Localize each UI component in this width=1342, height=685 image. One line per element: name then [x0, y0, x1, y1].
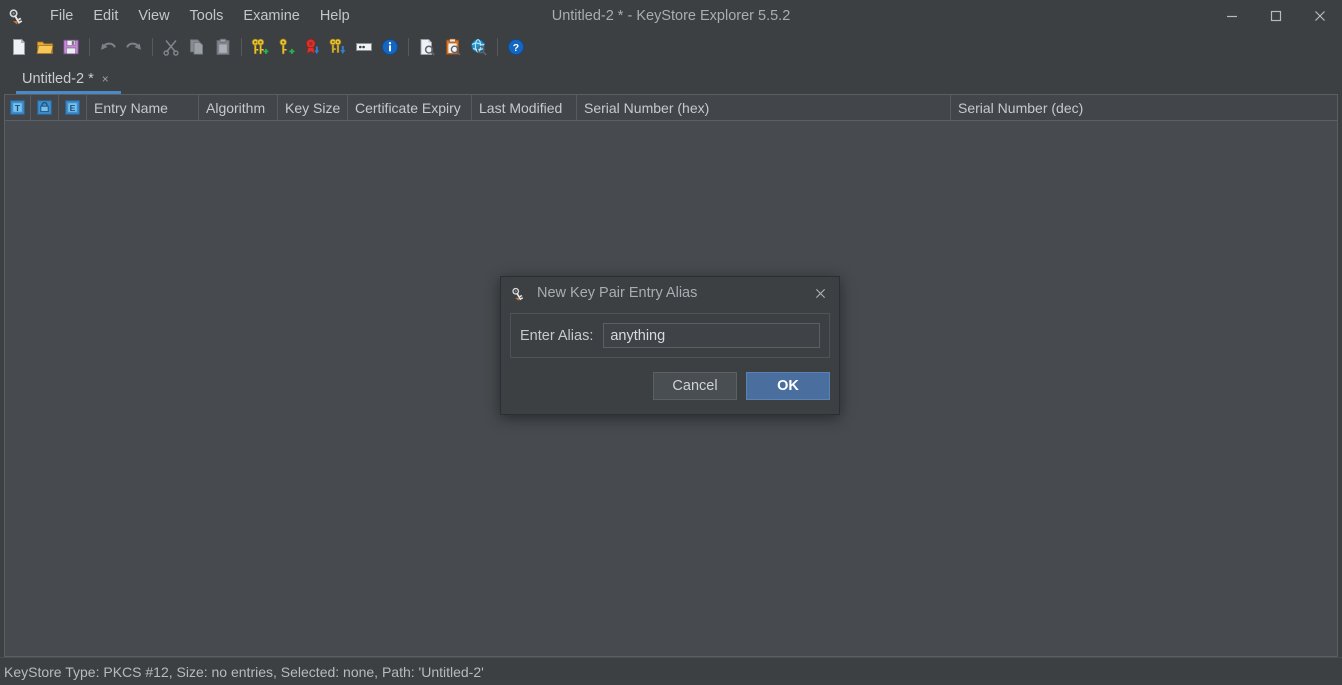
title-bar: File Edit View Tools Examine Help Untitl… — [0, 0, 1342, 32]
svg-text:T: T — [15, 103, 21, 113]
tab-untitled-2[interactable]: Untitled-2 * × — [16, 64, 121, 94]
alias-field-group: Enter Alias: — [510, 313, 830, 358]
column-header-expiry-status[interactable]: E — [59, 95, 87, 120]
toolbar-separator — [408, 38, 409, 56]
application-window: File Edit View Tools Examine Help Untitl… — [0, 0, 1342, 685]
open-folder-icon[interactable] — [32, 34, 58, 60]
import-trusted-certificate-icon[interactable] — [299, 34, 325, 60]
column-header-key-size[interactable]: Key Size — [278, 95, 348, 120]
help-question-icon[interactable]: ? — [503, 34, 529, 60]
menu-item-view[interactable]: View — [128, 5, 179, 28]
tab-strip: Untitled-2 * × — [0, 62, 1342, 94]
window-controls — [1210, 0, 1342, 32]
menu-item-examine[interactable]: Examine — [233, 5, 309, 28]
menu-bar: File Edit View Tools Examine Help — [0, 0, 360, 32]
dialog-close-icon[interactable] — [809, 282, 831, 304]
column-header-last-modified[interactable]: Last Modified — [472, 95, 577, 120]
dialog-button-row: Cancel OK — [501, 358, 839, 414]
tab-label: Untitled-2 * — [22, 71, 94, 87]
toolbar: ? — [0, 32, 1342, 62]
toolbar-separator — [152, 38, 153, 56]
table-header: T E Entry Na — [5, 95, 1337, 121]
dialog-title: New Key Pair Entry Alias — [537, 285, 800, 301]
maximize-icon[interactable] — [1254, 0, 1298, 32]
cut-scissors-icon[interactable] — [158, 34, 184, 60]
paste-clipboard-icon[interactable] — [210, 34, 236, 60]
keyring-icon — [511, 285, 528, 302]
menu-item-tools[interactable]: Tools — [180, 5, 234, 28]
ok-button[interactable]: OK — [746, 372, 830, 400]
column-header-serial-number-dec[interactable]: Serial Number (dec) — [951, 95, 1337, 120]
import-key-pair-icon[interactable] — [325, 34, 351, 60]
column-header-certificate-expiry[interactable]: Certificate Expiry — [348, 95, 472, 120]
lock-status-icon — [37, 100, 52, 115]
examine-file-icon[interactable] — [414, 34, 440, 60]
redo-arrow-icon[interactable] — [121, 34, 147, 60]
copy-pages-icon[interactable] — [184, 34, 210, 60]
dialog-title-bar: New Key Pair Entry Alias — [501, 277, 839, 309]
entry-type-icon: T — [10, 100, 25, 115]
column-header-lock-status[interactable] — [31, 95, 59, 120]
save-floppy-icon[interactable] — [58, 34, 84, 60]
set-password-icon[interactable] — [351, 34, 377, 60]
cancel-button[interactable]: Cancel — [653, 372, 737, 400]
keyring-icon — [8, 6, 28, 26]
properties-info-icon[interactable] — [377, 34, 403, 60]
svg-text:?: ? — [513, 42, 519, 54]
alias-input[interactable] — [603, 323, 820, 348]
undo-arrow-icon[interactable] — [95, 34, 121, 60]
status-bar: KeyStore Type: PKCS #12, Size: no entrie… — [0, 657, 1342, 685]
menu-item-edit[interactable]: Edit — [83, 5, 128, 28]
menu-item-file[interactable]: File — [40, 5, 83, 28]
column-header-serial-number-hex[interactable]: Serial Number (hex) — [577, 95, 951, 120]
toolbar-separator — [497, 38, 498, 56]
column-header-entry-name[interactable]: Entry Name — [87, 95, 199, 120]
toolbar-separator — [241, 38, 242, 56]
column-header-algorithm[interactable]: Algorithm — [199, 95, 278, 120]
svg-text:E: E — [70, 103, 76, 113]
column-header-entry-type[interactable]: T — [5, 95, 31, 120]
new-file-icon[interactable] — [6, 34, 32, 60]
new-key-pair-entry-alias-dialog: New Key Pair Entry Alias Enter Alias: Ca… — [500, 276, 840, 415]
minimize-icon[interactable] — [1210, 0, 1254, 32]
generate-key-pair-icon[interactable] — [247, 34, 273, 60]
alias-label: Enter Alias: — [520, 328, 593, 344]
menu-item-help[interactable]: Help — [310, 5, 360, 28]
tab-close-icon[interactable]: × — [100, 72, 111, 86]
expiry-status-icon: E — [65, 100, 80, 115]
examine-ssl-icon[interactable] — [466, 34, 492, 60]
examine-clipboard-icon[interactable] — [440, 34, 466, 60]
toolbar-separator — [89, 38, 90, 56]
status-text: KeyStore Type: PKCS #12, Size: no entrie… — [4, 664, 484, 680]
generate-secret-key-icon[interactable] — [273, 34, 299, 60]
close-icon[interactable] — [1298, 0, 1342, 32]
